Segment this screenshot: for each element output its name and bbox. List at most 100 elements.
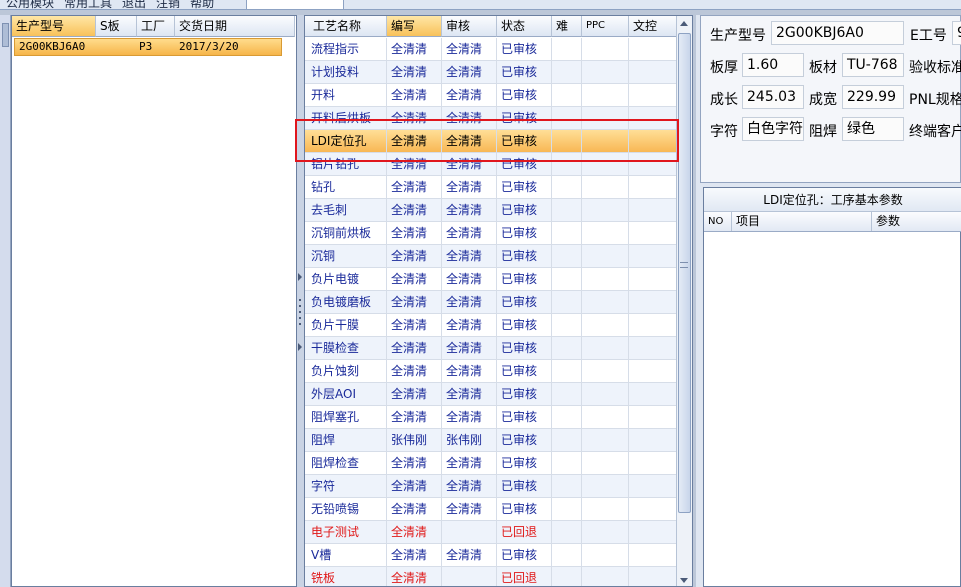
- cell-author: 全清清: [387, 222, 442, 244]
- table-row[interactable]: 负片电镀 全清清 全清清 已审核: [305, 268, 678, 291]
- col-header-no[interactable]: NO: [704, 212, 732, 231]
- col-header-author[interactable]: 编写: [387, 16, 442, 37]
- label-e-number: E工号: [910, 28, 947, 44]
- table-row[interactable]: 负电镀磨板 全清清 全清清 已审核: [305, 291, 678, 314]
- col-header-ppc[interactable]: PPC: [582, 16, 629, 37]
- table-row[interactable]: 负片干膜 全清清 全清清 已审核: [305, 314, 678, 337]
- field-model[interactable]: 2G00KBJ6A0: [771, 21, 904, 45]
- menu-item[interactable]: 常用工具: [64, 0, 112, 9]
- panel-splitter[interactable]: [297, 15, 304, 587]
- table-row[interactable]: 铝片钻孔 全清清 全清清 已审核: [305, 153, 678, 176]
- cell-author: 全清清: [387, 61, 442, 83]
- scroll-thumb[interactable]: [678, 33, 691, 513]
- cell-difficulty: [552, 176, 582, 198]
- col-header-status[interactable]: 状态: [497, 16, 552, 37]
- cell-difficulty: [552, 452, 582, 474]
- table-row[interactable]: 铣板 全清清 已回退: [305, 567, 678, 586]
- vertical-scrollbar[interactable]: [676, 16, 692, 586]
- cell-reviewer: 全清清: [442, 406, 497, 428]
- cell-difficulty: [552, 61, 582, 83]
- cell-difficulty: [552, 475, 582, 497]
- params-title: LDI定位孔：工序基本参数: [704, 188, 961, 212]
- scroll-grip-icon: [680, 262, 688, 268]
- col-header-factory[interactable]: 工厂: [137, 16, 175, 37]
- cell-difficulty: [552, 498, 582, 520]
- table-row[interactable]: 阻焊检查 全清清 全清清 已审核: [305, 452, 678, 475]
- field-width[interactable]: 229.99: [842, 85, 904, 109]
- table-row[interactable]: 开料后烘板 全清清 全清清 已审核: [305, 107, 678, 130]
- cell-author: 全清清: [387, 406, 442, 428]
- cell-author: 全清清: [387, 291, 442, 313]
- scroll-down-icon[interactable]: [680, 578, 688, 583]
- cell-doc-control: [629, 38, 678, 60]
- splitter-dot: [299, 299, 301, 301]
- cell-status: 已审核: [497, 245, 552, 267]
- cell-author: 全清清: [387, 245, 442, 267]
- table-row[interactable]: 2G00KBJ6A0 P3 2017/3/20: [14, 38, 282, 56]
- col-header-doc-control[interactable]: 文控: [629, 16, 678, 37]
- col-header-item[interactable]: 项目: [732, 212, 872, 231]
- cell-process-name: 负片干膜: [305, 314, 387, 336]
- col-header-reviewer[interactable]: 审核: [442, 16, 497, 37]
- table-row[interactable]: 字符 全清清 全清清 已审核: [305, 475, 678, 498]
- table-row[interactable]: 外层AOI 全清清 全清清 已审核: [305, 383, 678, 406]
- table-row[interactable]: 阻焊塞孔 全清清 全清清 已审核: [305, 406, 678, 429]
- menu-item[interactable]: 帮助: [190, 0, 214, 9]
- col-header-process-name[interactable]: 工艺名称: [305, 16, 387, 37]
- col-header-s-board[interactable]: S板: [96, 16, 137, 37]
- cell-status: 已回退: [497, 521, 552, 543]
- table-row[interactable]: 流程指示 全清清 全清清 已审核: [305, 38, 678, 61]
- cell-reviewer: 全清清: [442, 544, 497, 566]
- field-character[interactable]: 白色字符: [742, 117, 804, 141]
- table-row[interactable]: 去毛刺 全清清 全清清 已审核: [305, 199, 678, 222]
- table-row[interactable]: 沉铜前烘板 全清清 全清清 已审核: [305, 222, 678, 245]
- table-row[interactable]: 沉铜 全清清 全清清 已审核: [305, 245, 678, 268]
- cell-reviewer: [442, 521, 497, 543]
- table-row[interactable]: 电子测试 全清清 已回退: [305, 521, 678, 544]
- field-length[interactable]: 245.03: [742, 85, 804, 109]
- table-row[interactable]: 无铅喷锡 全清清 全清清 已审核: [305, 498, 678, 521]
- label-end-customer: 终端客户: [909, 124, 961, 140]
- table-row[interactable]: 负片蚀刻 全清清 全清清 已审核: [305, 360, 678, 383]
- col-header-delivery-date[interactable]: 交货日期: [175, 16, 295, 37]
- cell-author: 全清清: [387, 153, 442, 175]
- menu-item[interactable]: 注销: [156, 0, 180, 9]
- cell-status: 已审核: [497, 61, 552, 83]
- col-header-difficulty[interactable]: 难: [552, 16, 582, 37]
- cell-reviewer: 全清清: [442, 337, 497, 359]
- scroll-up-icon[interactable]: [680, 21, 688, 26]
- cell-difficulty: [552, 84, 582, 106]
- cell-process-name: 外层AOI: [305, 383, 387, 405]
- table-row[interactable]: 阻焊 张伟刚 张伟刚 已审核: [305, 429, 678, 452]
- table-row[interactable]: 干膜检查 全清清 全清清 已审核: [305, 337, 678, 360]
- cell-ppc: [582, 337, 629, 359]
- table-row[interactable]: V槽 全清清 全清清 已审核: [305, 544, 678, 567]
- cell-status: 已审核: [497, 84, 552, 106]
- field-e-number[interactable]: 9: [952, 21, 961, 45]
- field-material[interactable]: TU-768: [842, 53, 904, 77]
- menu-item[interactable]: 退出: [122, 0, 146, 9]
- toolbar-combo[interactable]: [246, 0, 344, 9]
- splitter-dot: [299, 311, 301, 313]
- cell-status: 已审核: [497, 130, 552, 152]
- cell-process-name: 流程指示: [305, 38, 387, 60]
- table-row-selected[interactable]: LDI定位孔 全清清 全清清 已审核: [305, 130, 678, 153]
- collapse-tab[interactable]: [2, 23, 9, 47]
- table-row[interactable]: 钻孔 全清清 全清清 已审核: [305, 176, 678, 199]
- col-header-model[interactable]: 生产型号: [12, 16, 96, 37]
- cell-ppc: [582, 199, 629, 221]
- label-pnl-spec: PNL规格: [909, 92, 961, 108]
- cell-author: 全清清: [387, 314, 442, 336]
- process-grid-body: 流程指示 全清清 全清清 已审核 计划投料 全清清 全清清 已审核 开料 全清清 全清清 已审核 开料后…: [305, 38, 678, 586]
- cell-process-name: 铣板: [305, 567, 387, 586]
- cell-ppc: [582, 291, 629, 313]
- menu-item[interactable]: 公用模块: [6, 0, 54, 9]
- cell-doc-control: [629, 199, 678, 221]
- table-row[interactable]: 计划投料 全清清 全清清 已审核: [305, 61, 678, 84]
- splitter-dot: [299, 323, 301, 325]
- table-row[interactable]: 开料 全清清 全清清 已审核: [305, 84, 678, 107]
- cell-process-name: 负片蚀刻: [305, 360, 387, 382]
- col-header-value[interactable]: 参数: [872, 212, 961, 231]
- field-solder-mask[interactable]: 绿色: [842, 117, 904, 141]
- field-thickness[interactable]: 1.60: [742, 53, 804, 77]
